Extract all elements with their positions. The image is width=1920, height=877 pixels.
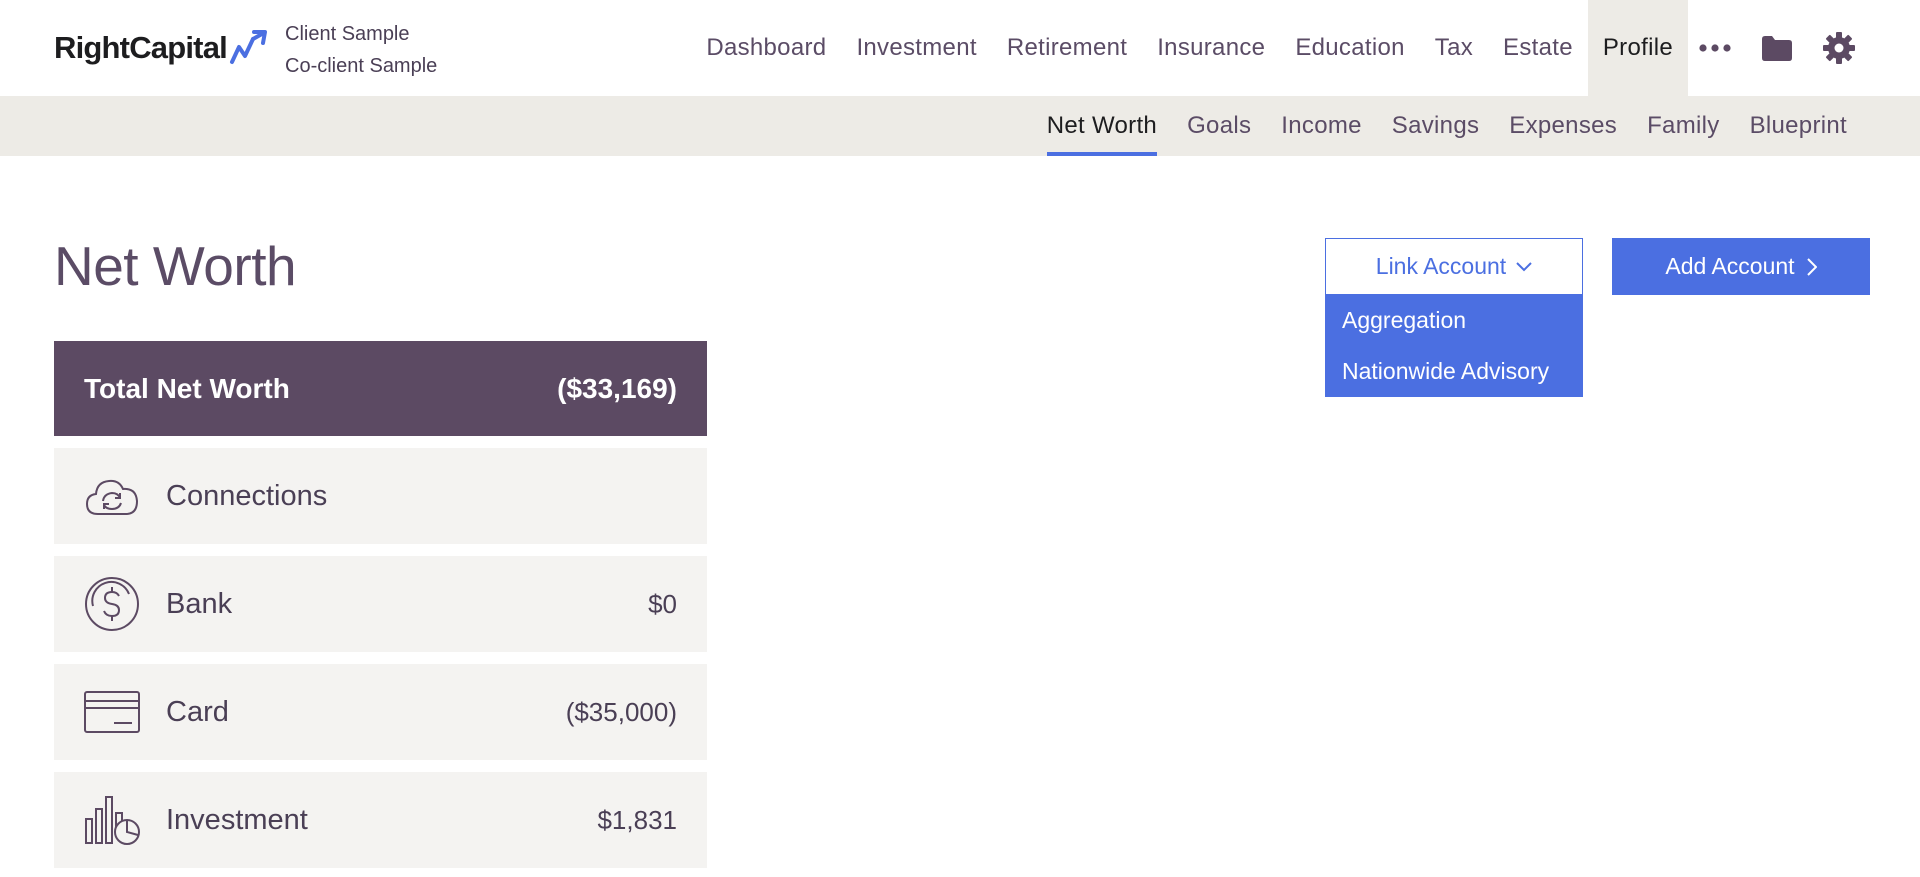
link-account-button[interactable]: Link Account bbox=[1325, 238, 1583, 295]
client-names[interactable]: Client Sample Co-client Sample bbox=[285, 18, 437, 82]
account-label: Card bbox=[166, 695, 229, 728]
subnav-family[interactable]: Family bbox=[1632, 96, 1734, 156]
account-row-bank[interactable]: Bank $0 bbox=[54, 556, 707, 652]
nav-profile[interactable]: Profile bbox=[1587, 0, 1688, 96]
subnav-net-worth[interactable]: Net Worth bbox=[1032, 96, 1172, 156]
total-net-worth-label: Total Net Worth bbox=[84, 372, 290, 404]
brand-name: RightCapital bbox=[54, 30, 228, 65]
add-account-label: Add Account bbox=[1665, 253, 1795, 279]
menu-item-aggregation[interactable]: Aggregation bbox=[1325, 295, 1583, 346]
more-dots-icon[interactable] bbox=[1690, 23, 1740, 73]
subnav-goals[interactable]: Goals bbox=[1172, 96, 1266, 156]
account-row-connections[interactable]: Connections bbox=[54, 448, 707, 544]
brand-arrow-icon bbox=[229, 30, 267, 64]
chevron-down-icon bbox=[1516, 261, 1532, 271]
dollar-coin-icon bbox=[84, 576, 140, 632]
client-name: Client Sample bbox=[285, 23, 410, 45]
chevron-right-icon bbox=[1806, 257, 1817, 276]
account-label: Investment bbox=[166, 803, 308, 836]
subnav-expenses[interactable]: Expenses bbox=[1494, 96, 1632, 156]
menu-item-nationwide-advisory[interactable]: Nationwide Advisory bbox=[1325, 346, 1583, 397]
chart-pie-icon bbox=[84, 792, 140, 848]
total-net-worth-value: ($33,169) bbox=[557, 372, 677, 404]
cloud-sync-icon bbox=[84, 468, 140, 524]
credit-card-icon bbox=[84, 684, 140, 740]
top-header: RightCapital Client Sample Co-client Sam… bbox=[0, 0, 1920, 96]
link-account-label: Link Account bbox=[1375, 253, 1507, 279]
main-nav: Dashboard Investment Retirement Insuranc… bbox=[691, 0, 1920, 96]
account-value: $0 bbox=[648, 588, 677, 619]
folder-icon[interactable] bbox=[1752, 23, 1802, 73]
nav-retirement[interactable]: Retirement bbox=[992, 0, 1142, 96]
nav-estate[interactable]: Estate bbox=[1488, 0, 1588, 96]
account-value: ($35,000) bbox=[565, 696, 677, 727]
nav-insurance[interactable]: Insurance bbox=[1142, 0, 1280, 96]
account-value: $1,831 bbox=[597, 804, 677, 835]
sub-nav: Net Worth Goals Income Savings Expenses … bbox=[1032, 96, 1862, 156]
add-account-button[interactable]: Add Account bbox=[1612, 238, 1870, 295]
gear-icon[interactable] bbox=[1814, 23, 1864, 73]
nav-tax[interactable]: Tax bbox=[1420, 0, 1488, 96]
nav-dashboard[interactable]: Dashboard bbox=[691, 0, 841, 96]
subnav-savings[interactable]: Savings bbox=[1377, 96, 1494, 156]
account-label: Bank bbox=[166, 587, 233, 620]
account-label: Connections bbox=[166, 479, 328, 512]
nav-icon-group bbox=[1688, 0, 1920, 96]
subnav-blueprint[interactable]: Blueprint bbox=[1735, 96, 1862, 156]
nav-education[interactable]: Education bbox=[1280, 0, 1419, 96]
account-row-investment[interactable]: Investment $1,831 bbox=[54, 772, 707, 868]
account-row-card[interactable]: Card ($35,000) bbox=[54, 664, 707, 760]
total-net-worth-bar: Total Net Worth ($33,169) bbox=[54, 341, 707, 436]
nav-investment[interactable]: Investment bbox=[841, 0, 991, 96]
page-title: Net Worth bbox=[54, 235, 297, 297]
link-account-menu: Aggregation Nationwide Advisory bbox=[1325, 295, 1583, 397]
brand-logo[interactable]: RightCapital bbox=[54, 28, 269, 68]
subnav-income[interactable]: Income bbox=[1266, 96, 1377, 156]
co-client-name: Co-client Sample bbox=[285, 55, 438, 77]
sub-nav-bar: Net Worth Goals Income Savings Expenses … bbox=[0, 96, 1920, 156]
